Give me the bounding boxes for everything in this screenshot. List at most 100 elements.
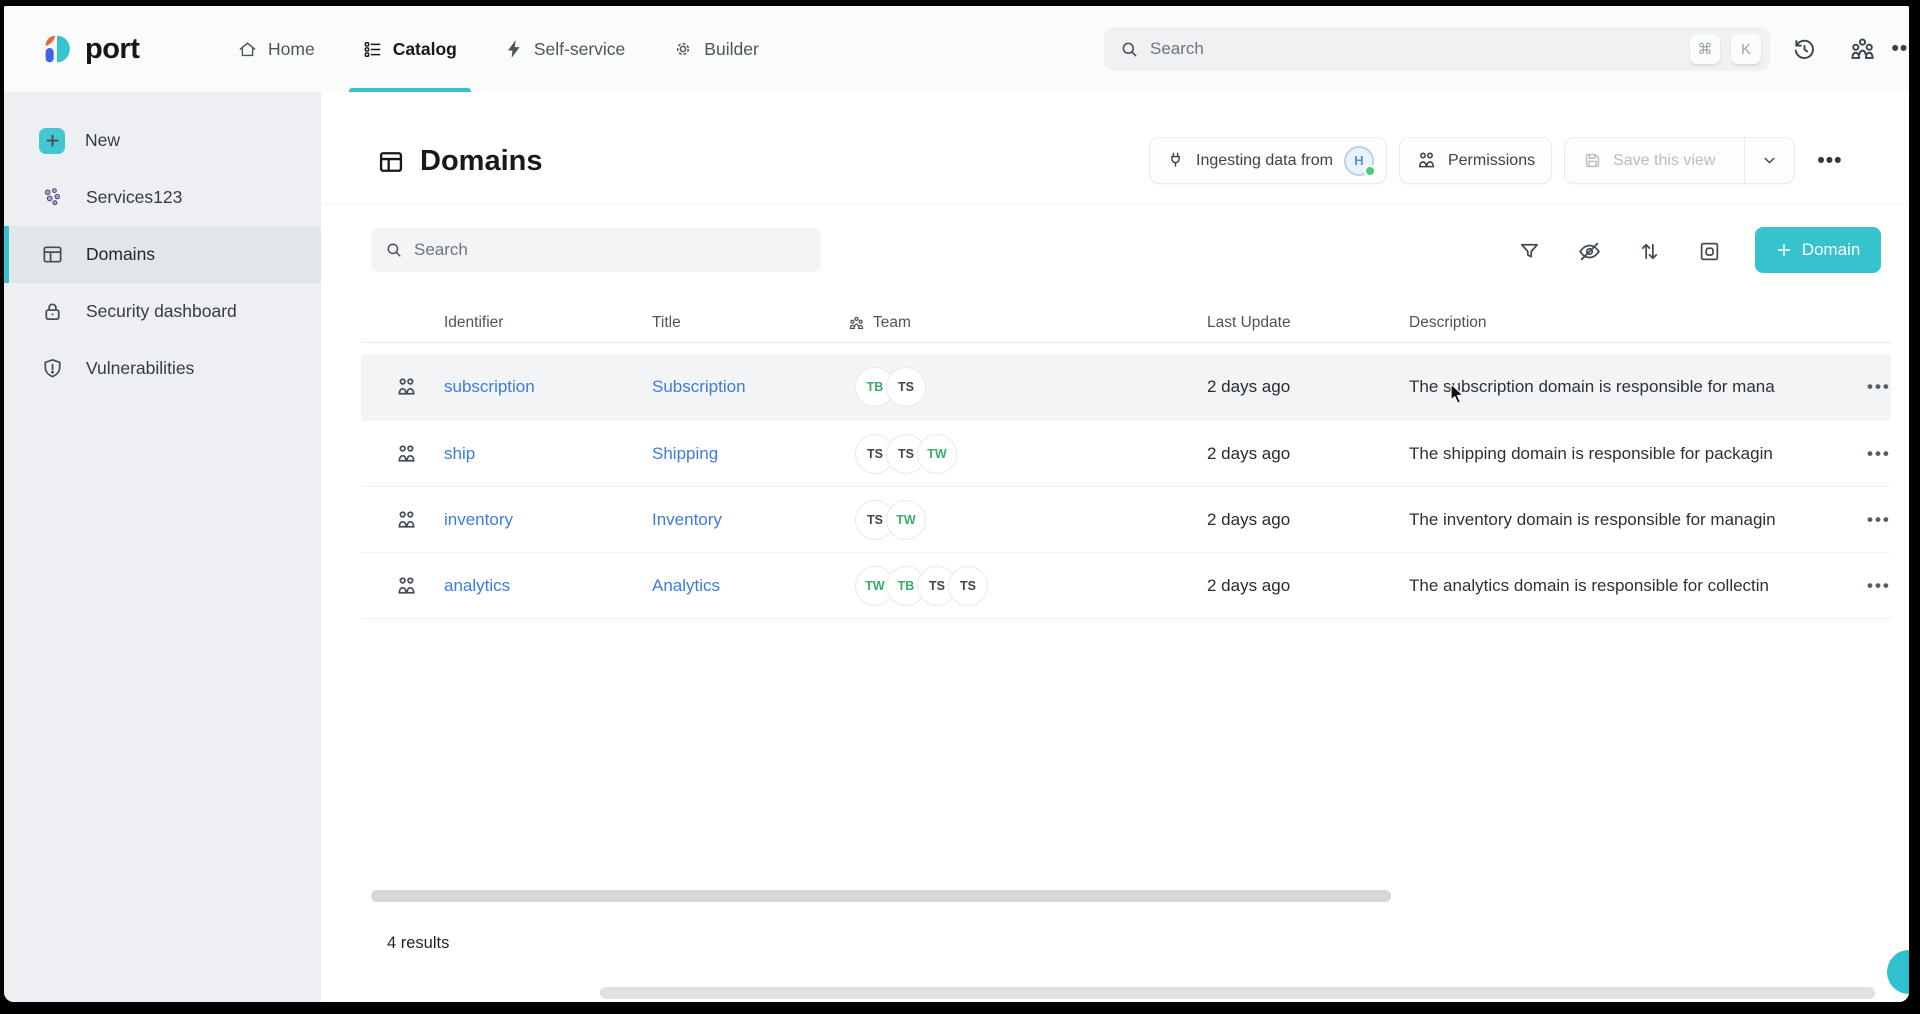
integration-initial: H xyxy=(1354,153,1363,168)
hide-columns-button[interactable] xyxy=(1576,238,1602,264)
identifier-link[interactable]: ship xyxy=(444,444,475,463)
brand-name: port xyxy=(85,33,139,66)
title-link[interactable]: Inventory xyxy=(652,510,722,529)
ingesting-label: Ingesting data from xyxy=(1196,152,1333,170)
people-icon xyxy=(848,315,865,332)
table-search[interactable] xyxy=(371,228,821,272)
table-icon xyxy=(41,243,64,266)
filter-button[interactable] xyxy=(1516,238,1542,264)
column-team[interactable]: Team xyxy=(848,314,911,332)
team-avatars: TB TS xyxy=(855,367,926,407)
tab-builder-label: Builder xyxy=(704,39,758,60)
sort-button[interactable] xyxy=(1636,238,1662,264)
table-row: ship Shipping TS TS TW 2 days ago The sh… xyxy=(361,420,1891,486)
page-actions: Ingesting data from H Permissions Save t xyxy=(1149,137,1852,184)
search-icon xyxy=(385,241,403,259)
last-update: 2 days ago xyxy=(1207,510,1367,530)
save-view-split-button: Save this view xyxy=(1564,137,1795,184)
row-more-button[interactable]: ••• xyxy=(1867,576,1891,596)
blueprint-icon xyxy=(395,376,418,399)
horizontal-scrollbar[interactable] xyxy=(371,890,1391,902)
row-more-button[interactable]: ••• xyxy=(1867,444,1891,464)
port-logo-icon xyxy=(38,30,76,68)
sidebar-item-label: Security dashboard xyxy=(86,301,237,322)
title-link[interactable]: Shipping xyxy=(652,444,718,463)
table-row: analytics Analytics TW TB TS TS 2 days a… xyxy=(361,552,1891,618)
services-cluster-icon xyxy=(41,186,64,209)
column-identifier[interactable]: Identifier xyxy=(444,314,503,332)
column-title[interactable]: Title xyxy=(652,314,681,332)
last-update: 2 days ago xyxy=(1207,444,1367,464)
window-bottom-edge xyxy=(600,987,1875,999)
sidebar-item-new[interactable]: New xyxy=(4,112,321,169)
column-team-label: Team xyxy=(873,314,911,332)
sidebar-item-label: Vulnerabilities xyxy=(86,358,194,379)
port-logo[interactable]: port xyxy=(38,6,139,92)
tab-self-service[interactable]: Self-service xyxy=(481,6,649,92)
status-dot xyxy=(1364,165,1376,177)
global-search-input[interactable] xyxy=(1150,39,1679,59)
table-header-divider xyxy=(361,342,1891,343)
identifier-link[interactable]: analytics xyxy=(444,576,510,595)
history-button[interactable] xyxy=(1788,33,1820,65)
row-more-button[interactable]: ••• xyxy=(1867,377,1891,397)
tab-home[interactable]: Home xyxy=(214,6,339,92)
sidebar-item-security-dashboard[interactable]: Security dashboard xyxy=(4,283,321,340)
main-nav-tabs: Home Catalog Self-service Builder xyxy=(214,6,783,92)
integration-avatar: H xyxy=(1344,146,1374,176)
sidebar-item-vulnerabilities[interactable]: Vulnerabilities xyxy=(4,340,321,397)
add-domain-label: Domain xyxy=(1802,240,1861,260)
description: The subscription domain is responsible f… xyxy=(1409,377,1859,397)
column-description[interactable]: Description xyxy=(1409,314,1487,332)
cmd-key: ⌘ xyxy=(1690,34,1720,64)
row-more-button[interactable]: ••• xyxy=(1867,510,1891,530)
nav-more-button[interactable]: ••• xyxy=(1888,33,1909,65)
identifier-link[interactable]: inventory xyxy=(444,510,513,529)
team-avatars: TW TB TS TS xyxy=(855,566,988,606)
save-view-dropdown-button[interactable] xyxy=(1744,138,1794,183)
add-domain-button[interactable]: Domain xyxy=(1755,227,1881,273)
global-search[interactable]: ⌘ K xyxy=(1104,27,1770,71)
title-link[interactable]: Analytics xyxy=(652,576,720,595)
table-header: Identifier Title Team Last Update Descri… xyxy=(361,304,1891,342)
save-icon xyxy=(1583,151,1602,170)
lock-icon xyxy=(41,300,64,323)
tab-builder[interactable]: Builder xyxy=(649,6,782,92)
permissions-label: Permissions xyxy=(1448,152,1535,170)
sidebar-item-services123[interactable]: Services123 xyxy=(4,169,321,226)
table-end-divider xyxy=(361,618,1891,619)
identifier-link[interactable]: subscription xyxy=(444,377,535,396)
group-by-icon xyxy=(1698,240,1721,263)
team-badge[interactable]: TW xyxy=(886,500,926,540)
tab-self-service-label: Self-service xyxy=(534,39,625,60)
people-icon xyxy=(1416,150,1437,171)
permissions-button[interactable]: Permissions xyxy=(1399,137,1552,184)
sort-arrows-icon xyxy=(1638,240,1661,263)
description: The analytics domain is responsible for … xyxy=(1409,576,1859,596)
results-count: 4 results xyxy=(387,934,449,953)
table-icon xyxy=(377,148,405,176)
team-badge[interactable]: TW xyxy=(917,434,957,474)
gear-icon xyxy=(673,39,693,59)
sidebar-item-domains[interactable]: Domains xyxy=(4,226,321,283)
table-tools xyxy=(1516,238,1722,264)
table-search-input[interactable] xyxy=(414,240,807,260)
team-badge[interactable]: TS xyxy=(948,566,988,606)
catalog-icon xyxy=(363,40,382,59)
page-more-button[interactable]: ••• xyxy=(1807,149,1852,173)
org-button[interactable] xyxy=(1846,33,1878,65)
lightning-icon xyxy=(505,40,523,58)
sidebar-item-label: Services123 xyxy=(86,187,182,208)
column-last-update[interactable]: Last Update xyxy=(1207,314,1291,332)
sidebar: New Services123 Domains Security dashboa… xyxy=(4,92,321,1002)
eye-off-icon xyxy=(1577,239,1602,264)
filter-funnel-icon xyxy=(1518,240,1541,263)
save-view-button[interactable]: Save this view xyxy=(1565,138,1733,183)
title-link[interactable]: Subscription xyxy=(652,377,746,396)
ingesting-data-button[interactable]: Ingesting data from H xyxy=(1149,137,1387,184)
k-key: K xyxy=(1731,34,1761,64)
blueprint-icon xyxy=(395,508,418,531)
group-by-button[interactable] xyxy=(1696,238,1722,264)
team-badge[interactable]: TS xyxy=(886,367,926,407)
tab-catalog[interactable]: Catalog xyxy=(339,6,481,92)
